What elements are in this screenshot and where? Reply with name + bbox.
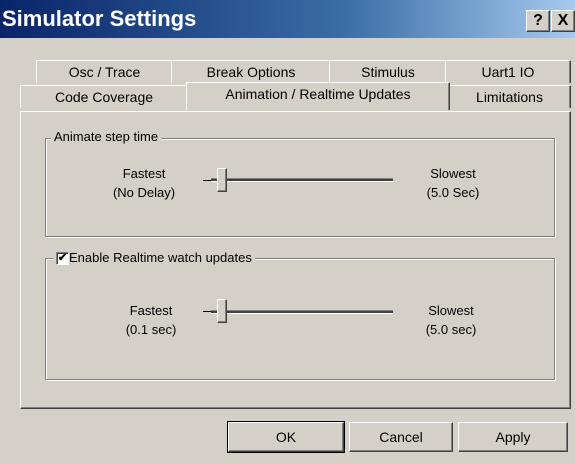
tab-break-options[interactable]: Break Options [171, 60, 331, 83]
cancel-button[interactable]: Cancel [349, 422, 453, 452]
tab-code-coverage[interactable]: Code Coverage [20, 85, 188, 108]
close-button[interactable]: X [551, 10, 575, 32]
realtime-checkbox[interactable]: ✔ [56, 252, 69, 265]
realtime-slider-thumb[interactable] [217, 299, 227, 323]
realtime-fastest-label: Fastest (0.1 sec) [125, 303, 177, 337]
animate-slider-tick [203, 180, 211, 181]
tab-osc-trace[interactable]: Osc / Trace [36, 60, 173, 83]
help-button[interactable]: ? [526, 10, 550, 32]
tab-limitations[interactable]: Limitations [448, 85, 571, 108]
realtime-checkbox-label[interactable]: Enable Realtime watch updates [53, 250, 255, 265]
tab-panel: Animate step time Fastest (No Delay) Slo… [20, 111, 571, 409]
tab-uart1-io[interactable]: Uart1 IO [445, 60, 571, 83]
animate-slider-thumb[interactable] [217, 168, 227, 192]
animate-slowest-label: Slowest (5.0 Sec) [426, 166, 480, 200]
tab-animation-realtime-updates[interactable]: Animation / Realtime Updates [186, 82, 450, 110]
animate-fastest-label: Fastest (No Delay) [112, 166, 176, 200]
title-bar[interactable]: Simulator Settings ? X [0, 0, 575, 38]
tab-stimulus[interactable]: Stimulus [329, 60, 447, 83]
realtime-slider-tick [203, 311, 211, 312]
animate-group-label: Animate step time [51, 129, 162, 144]
realtime-slowest-label: Slowest (5.0 sec) [425, 303, 477, 337]
window-title: Simulator Settings [2, 6, 197, 31]
realtime-slider-track[interactable] [211, 310, 393, 314]
ok-button[interactable]: OK [227, 421, 345, 453]
apply-button[interactable]: Apply [458, 422, 568, 452]
simulator-settings-dialog: Simulator Settings ? X Osc / Trace Break… [0, 0, 575, 464]
animate-slider-track[interactable] [211, 178, 393, 182]
